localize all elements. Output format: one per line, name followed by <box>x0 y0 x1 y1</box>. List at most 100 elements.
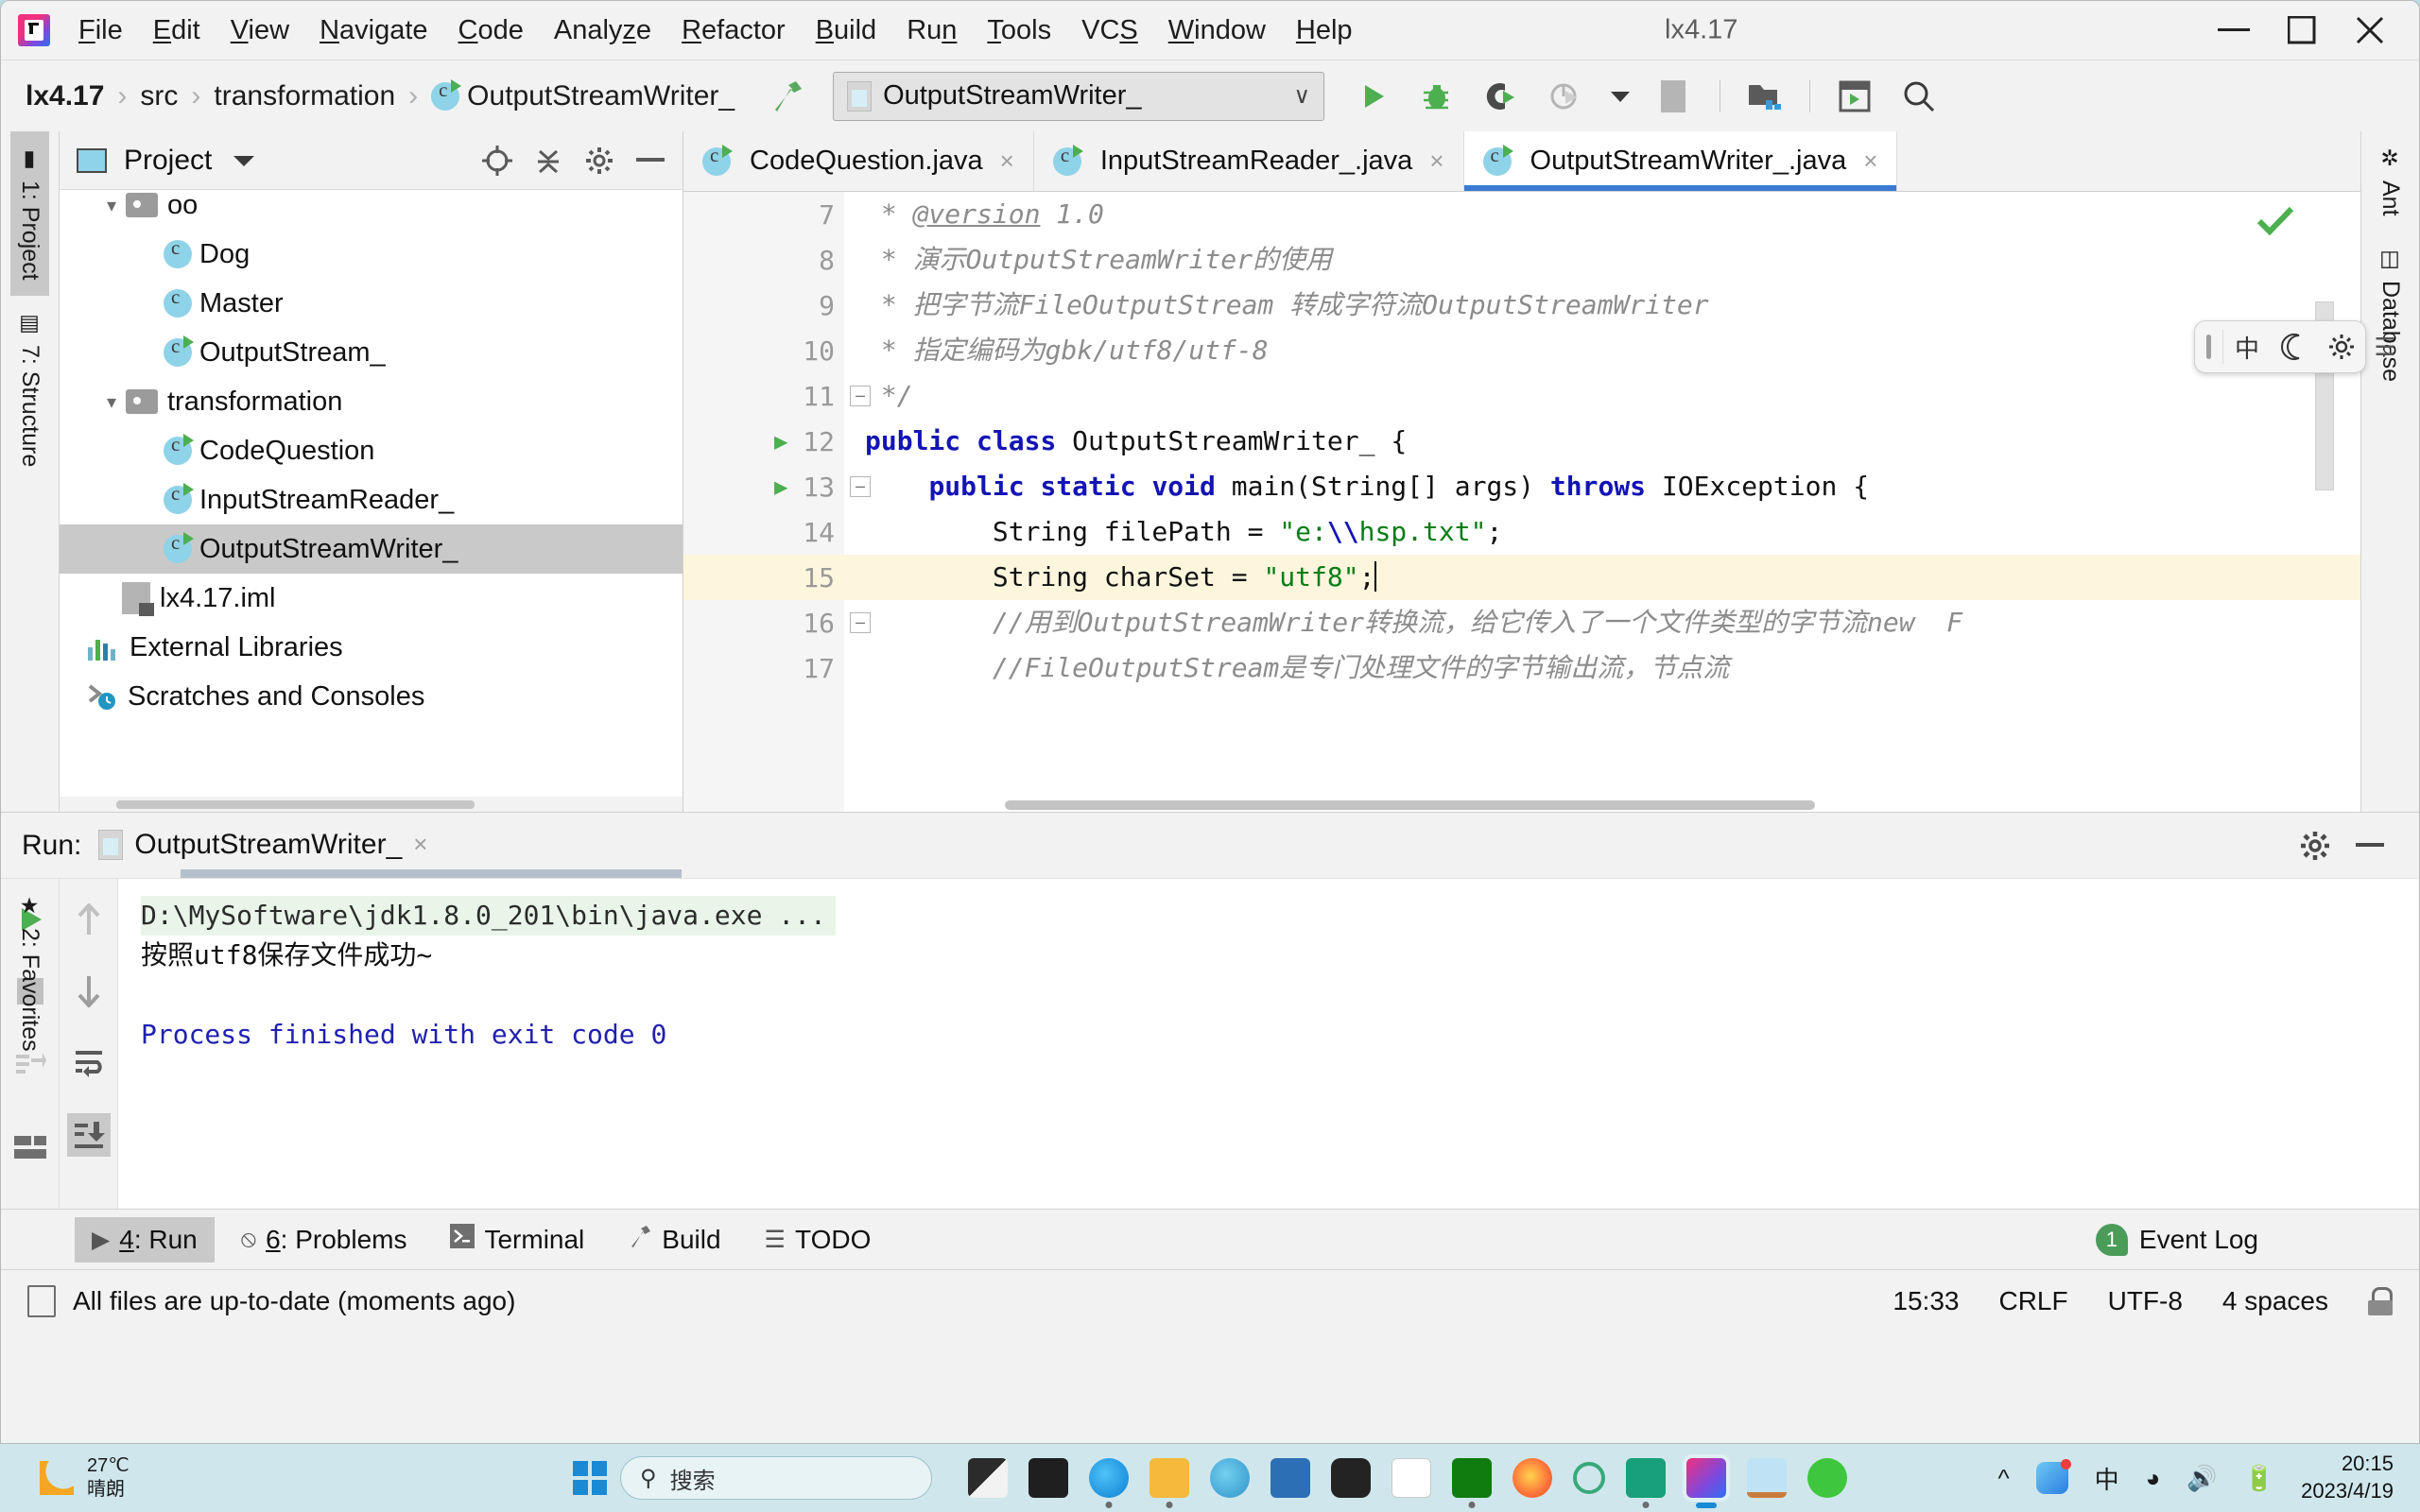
search-tool-icon[interactable] <box>1573 1462 1605 1494</box>
profiler-icon[interactable] <box>1546 77 1585 116</box>
tree-node-codequestion[interactable]: CodeQuestion <box>60 426 683 475</box>
close-icon[interactable]: × <box>413 830 427 859</box>
run-configuration-selector[interactable]: OutputStreamWriter_ ∨ <box>833 71 1325 121</box>
close-icon[interactable]: × <box>1863 146 1877 176</box>
gear-icon[interactable] <box>2296 827 2334 865</box>
wps-icon[interactable] <box>1626 1458 1666 1508</box>
tree-node-scratches[interactable]: Scratches and Consoles <box>60 672 683 721</box>
taskbar-clock[interactable]: 20:15 2023/4/19 <box>2301 1451 2394 1504</box>
editor-horizontal-scrollbar[interactable] <box>1005 799 2311 812</box>
layout-icon[interactable] <box>9 1126 52 1170</box>
file-explorer-icon[interactable] <box>1150 1458 1189 1508</box>
document-icon[interactable] <box>1392 1458 1431 1498</box>
terminal-icon[interactable] <box>1835 77 1875 116</box>
edge-icon[interactable] <box>1089 1458 1129 1508</box>
menu-file[interactable]: FFileile <box>63 9 138 52</box>
game-launcher-icon[interactable] <box>1331 1458 1371 1498</box>
tree-node-oo[interactable]: ▾ oo <box>60 190 683 230</box>
hide-icon[interactable] <box>631 142 669 180</box>
up-arrow-icon[interactable] <box>67 898 111 941</box>
sidebar-item-project[interactable]: ▮ 1: Project <box>10 131 49 296</box>
chinese-mode-icon[interactable]: 中 <box>2223 330 2271 365</box>
menu-tools[interactable]: Tools <box>972 9 1066 52</box>
maximize-icon[interactable] <box>2268 1 2336 60</box>
run-gutter-icon[interactable]: ▶ <box>774 473 787 500</box>
minimize-icon[interactable] <box>2200 1 2268 60</box>
sidebar-item-ant[interactable]: ✲ Ant <box>2371 131 2410 232</box>
edge-dev-icon[interactable] <box>1210 1458 1250 1498</box>
tree-node-dog[interactable]: Dog <box>60 230 683 279</box>
xbox-icon[interactable] <box>1452 1458 1492 1508</box>
chevron-down-icon[interactable]: ∨ <box>1293 82 1310 110</box>
volume-icon[interactable]: 🔊 <box>2187 1464 2217 1493</box>
tool-button-terminal[interactable]: Terminal <box>433 1216 601 1263</box>
weather-widget[interactable]: 27℃ 晴朗 <box>40 1454 130 1502</box>
drag-grip-icon[interactable] <box>2206 335 2211 359</box>
scroll-from-source-icon[interactable] <box>478 142 516 180</box>
hamburger-menu-icon[interactable]: ☰ <box>2366 320 2404 373</box>
build-hammer-icon[interactable] <box>767 77 806 116</box>
scroll-to-end-icon[interactable] <box>66 1113 111 1157</box>
status-encoding[interactable]: UTF-8 <box>2108 1286 2183 1316</box>
chevron-up-icon[interactable]: ^ <box>1997 1464 2009 1493</box>
ime-mode-indicator[interactable]: 中 <box>2095 1461 2119 1496</box>
gear-icon[interactable] <box>580 142 618 180</box>
tree-node-transformation[interactable]: ▾ transformation <box>60 377 683 426</box>
menu-refactor[interactable]: Refactor <box>666 9 801 52</box>
sidebar-item-structure[interactable]: ▤ 7: Structure <box>10 296 49 482</box>
tree-node-outputstreamwriter[interactable]: OutputStreamWriter_ <box>60 524 683 574</box>
ime-floating-toolbar[interactable]: 中 <box>2194 320 2366 373</box>
moon-icon[interactable] <box>2271 333 2318 361</box>
status-line-separator[interactable]: CRLF <box>1998 1286 2067 1316</box>
stop-icon[interactable] <box>1655 77 1695 116</box>
tree-node-master[interactable]: Master <box>60 279 683 328</box>
tree-node-outputstream[interactable]: OutputStream_ <box>60 328 683 377</box>
menu-view[interactable]: View <box>216 9 304 52</box>
tab-outputstreamwriter[interactable]: OutputStreamWriter_.java × <box>1463 131 1898 191</box>
status-indent[interactable]: 4 spaces <box>2222 1286 2328 1316</box>
chevron-down-icon[interactable]: ▾ <box>97 194 126 217</box>
inspections-ok-check-icon[interactable] <box>2256 205 2294 246</box>
code-text[interactable]: * @version 1.0 * 演示OutputStreamWriter的使用… <box>844 192 2360 812</box>
project-structure-icon[interactable] <box>1745 77 1785 116</box>
ime-app-icon[interactable] <box>2035 1459 2071 1494</box>
firefox-icon[interactable] <box>1512 1458 1552 1498</box>
run-with-coverage-icon[interactable] <box>1481 77 1521 116</box>
unlocked-icon[interactable] <box>2368 1286 2393 1315</box>
breadcrumb-src[interactable]: src <box>140 80 178 112</box>
close-icon[interactable]: × <box>1000 146 1014 176</box>
menu-code[interactable]: Code <box>443 9 539 52</box>
hide-icon[interactable] <box>2351 827 2389 865</box>
collapse-all-icon[interactable] <box>529 142 567 180</box>
sublime-text-icon[interactable] <box>1028 1458 1068 1498</box>
sidebar-item-favorites[interactable]: ★ 2: Favorites <box>10 879 49 1067</box>
task-view-icon[interactable] <box>968 1458 1008 1498</box>
menu-edit[interactable]: Edit <box>138 9 216 52</box>
tool-button-todo[interactable]: ☰ TODO <box>748 1217 889 1263</box>
console-output[interactable]: D:\MySoftware\jdk1.8.0_201\bin\java.exe … <box>118 879 2419 1209</box>
tool-button-run[interactable]: ▶ 4: Run <box>75 1216 215 1263</box>
project-tree[interactable]: ▾ oo Dog Master OutputStream_ ▾ <box>60 190 683 797</box>
intellij-idea-icon[interactable] <box>1686 1458 1726 1508</box>
menu-run[interactable]: Run <box>891 9 972 52</box>
profiler-dropdown-icon[interactable] <box>1610 77 1631 116</box>
editor-gutter[interactable]: 7 8 9 10 11 ─ ▶ 12 ▶ 13 ─ 14 15 16 ─ 17 <box>683 192 871 812</box>
event-log-button[interactable]: 1 Event Log <box>2095 1223 2258 1256</box>
menu-vcs[interactable]: VCS <box>1066 9 1153 52</box>
notepad-icon[interactable] <box>1747 1458 1787 1498</box>
wechat-icon[interactable] <box>1807 1458 1847 1498</box>
search-input[interactable]: ⚲ 搜索 <box>620 1456 932 1500</box>
menu-window[interactable]: Window <box>1153 9 1281 52</box>
microsoft-store-icon[interactable] <box>1270 1458 1310 1498</box>
battery-charging-icon[interactable]: 🔋 <box>2244 1464 2274 1493</box>
run-gutter-icon[interactable]: ▶ <box>774 428 787 455</box>
wifi-icon[interactable]: ◕ <box>2146 1464 2161 1493</box>
tab-codequestion[interactable]: CodeQuestion.java × <box>683 131 1034 191</box>
tool-button-problems[interactable]: ⦸ 6: Problems <box>224 1217 424 1263</box>
tab-inputstreamreader[interactable]: InputStreamReader_.java × <box>1034 131 1464 191</box>
gear-icon[interactable] <box>2318 333 2365 361</box>
debug-icon[interactable] <box>1417 77 1457 116</box>
soft-wrap-icon[interactable] <box>67 1041 111 1085</box>
menu-analyze[interactable]: Analyze <box>539 9 666 52</box>
run-icon[interactable] <box>1353 77 1392 116</box>
